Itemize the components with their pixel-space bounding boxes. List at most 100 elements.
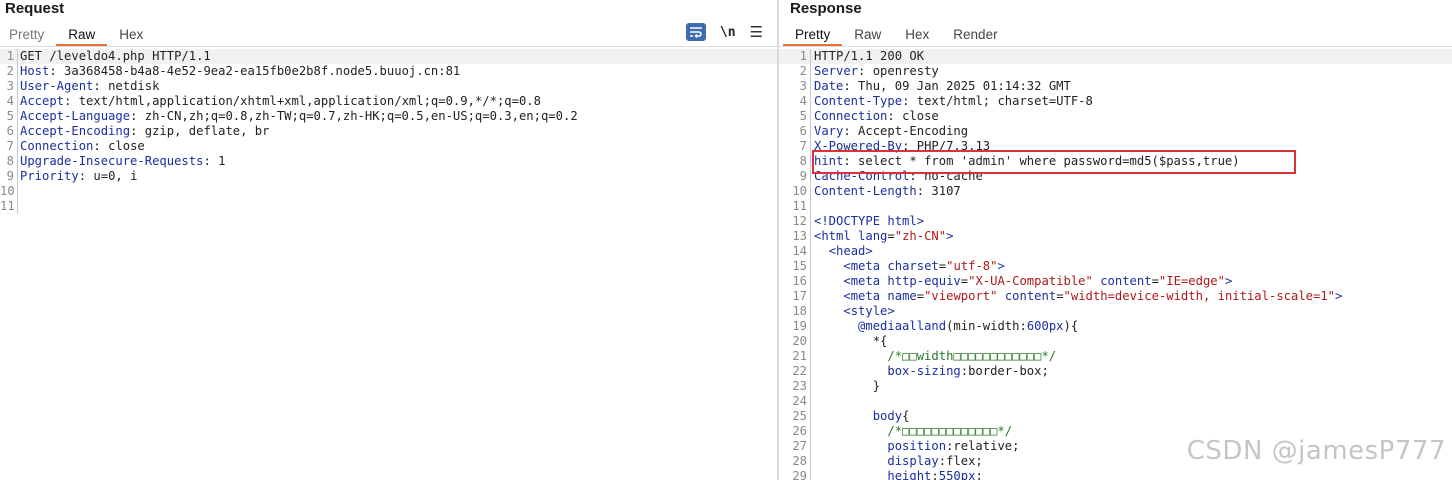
code-line: 29 height:550px; — [779, 469, 1452, 480]
gutter-line — [810, 94, 811, 109]
line-number: 9 — [799, 169, 807, 183]
code-token: <head> — [828, 244, 873, 258]
code-line: 11 — [779, 199, 1452, 214]
line-number: 6 — [799, 124, 807, 138]
tab-divider — [779, 46, 1452, 47]
gutter-line — [810, 64, 811, 79]
line-number: 19 — [792, 319, 807, 333]
response-editor[interactable]: 1 HTTP/1.1 200 OK 2 Server: openresty 3 Date:… — [779, 49, 1452, 480]
line-number: 1 — [799, 49, 807, 63]
header-name: Host — [20, 64, 50, 78]
line-text: Content-Length: 3107 — [814, 184, 961, 199]
line-text: <meta name="viewport" content="width=dev… — [814, 289, 1342, 304]
code-token: charset — [887, 259, 939, 273]
code-token: body — [872, 409, 903, 423]
request-tabs: Pretty Raw Hex — [0, 22, 155, 46]
code-line: 9 Cache-Control: no-cache — [779, 169, 1452, 184]
response-panel: Response Pretty Raw Hex Render 1 HTTP/1.1 20… — [779, 0, 1452, 480]
line-text: } — [814, 379, 880, 394]
code-token: <meta — [843, 274, 888, 288]
code-token: "viewport" — [924, 289, 998, 303]
code-line: 1 HTTP/1.1 200 OK — [779, 49, 1452, 64]
menu-icon[interactable]: ☰ — [750, 23, 763, 41]
line-number: 1 — [6, 49, 14, 63]
header-separator: : — [916, 184, 932, 198]
doctype: <!DOCTYPE html> — [814, 214, 925, 228]
gutter-line — [810, 139, 811, 154]
header-value: no-cache — [924, 169, 983, 183]
header-name: hint — [814, 154, 844, 168]
header-separator: : — [203, 154, 219, 168]
line-text: <!DOCTYPE html> — [814, 214, 924, 229]
code-token: "utf-8" — [946, 259, 998, 273]
line-number: 18 — [792, 304, 807, 318]
code-token: <meta — [843, 289, 888, 303]
line-text: User-Agent: netdisk — [20, 79, 159, 94]
code-line: 2 Server: openresty — [779, 64, 1452, 79]
code-line: 23 } — [779, 379, 1452, 394]
gutter-line — [810, 109, 811, 124]
code-token: { — [902, 409, 910, 423]
line-number: 25 — [792, 409, 807, 423]
code-token: display — [887, 454, 939, 468]
header-value: openresty — [872, 64, 939, 78]
code-token: 550px — [938, 469, 976, 480]
code-line: 7 X-Powered-By: PHP/7.3.13 — [779, 139, 1452, 154]
watermark: CSDN @jamesP777 — [1186, 436, 1446, 466]
tab-render[interactable]: Render — [941, 22, 1009, 46]
code-line: 13 <html lang="zh-CN"> — [779, 229, 1452, 244]
line-number: 10 — [0, 184, 15, 198]
line-text: Cache-Control: no-cache — [814, 169, 983, 184]
code-token: :flex; — [938, 454, 983, 468]
line-text: Connection: close — [20, 139, 145, 154]
header-value: gzip, deflate, br — [144, 124, 270, 138]
line-number: 6 — [6, 124, 14, 138]
header-name: X-Powered-By — [814, 139, 903, 153]
wrap-icon[interactable] — [685, 23, 706, 41]
code-token: = — [1056, 289, 1064, 303]
newline-toggle[interactable]: \n — [720, 23, 736, 41]
gutter-line — [810, 319, 811, 334]
header-separator: : — [49, 64, 65, 78]
code-token: box-sizing — [887, 364, 961, 378]
code-token: position — [887, 439, 947, 453]
line-number: 16 — [792, 274, 807, 288]
line-text: <head> — [814, 244, 873, 259]
code-line: 25 body{ — [779, 409, 1452, 424]
gutter-line — [17, 154, 18, 169]
line-number: 7 — [6, 139, 14, 153]
header-value: netdisk — [108, 79, 160, 93]
tab-pretty[interactable]: Pretty — [783, 22, 843, 46]
line-number: 26 — [792, 424, 807, 438]
header-value: zh-CN,zh;q=0.8,zh-TW;q=0.7,zh-HK;q=0.5,e… — [144, 109, 578, 123]
line-number: 2 — [6, 64, 14, 78]
gutter-line — [810, 409, 811, 424]
gutter-line — [810, 304, 811, 319]
header-name: Priority — [20, 169, 79, 183]
line-text: box-sizing:border-box; — [814, 364, 1048, 379]
code-token: @mediaalland — [858, 319, 947, 333]
code-line: 9 Priority: u=0, i — [0, 169, 777, 184]
header-value: close — [108, 139, 145, 153]
line-number: 22 — [792, 364, 807, 378]
gutter-line — [810, 394, 811, 409]
line-number: 24 — [792, 394, 807, 408]
tab-hex[interactable]: Hex — [107, 22, 155, 46]
tab-hex[interactable]: Hex — [893, 22, 941, 46]
line-text: Accept: text/html,application/xhtml+xml,… — [20, 94, 541, 109]
request-editor[interactable]: 1 GET /leveldo4.php HTTP/1.1 2 Host: 3a3684… — [0, 49, 777, 214]
line-text: Server: openresty — [814, 64, 939, 79]
code-token: <style> — [843, 304, 895, 318]
tab-raw[interactable]: Raw — [842, 22, 893, 46]
code-line: 17 <meta name="viewport" content="width=… — [779, 289, 1452, 304]
tab-raw[interactable]: Raw — [56, 22, 108, 46]
code-token: height — [887, 469, 932, 480]
code-token: = — [1151, 274, 1159, 288]
gutter-line — [810, 364, 811, 379]
line-text: <meta charset="utf-8"> — [814, 259, 1004, 274]
tab-pretty[interactable]: Pretty — [0, 22, 56, 46]
